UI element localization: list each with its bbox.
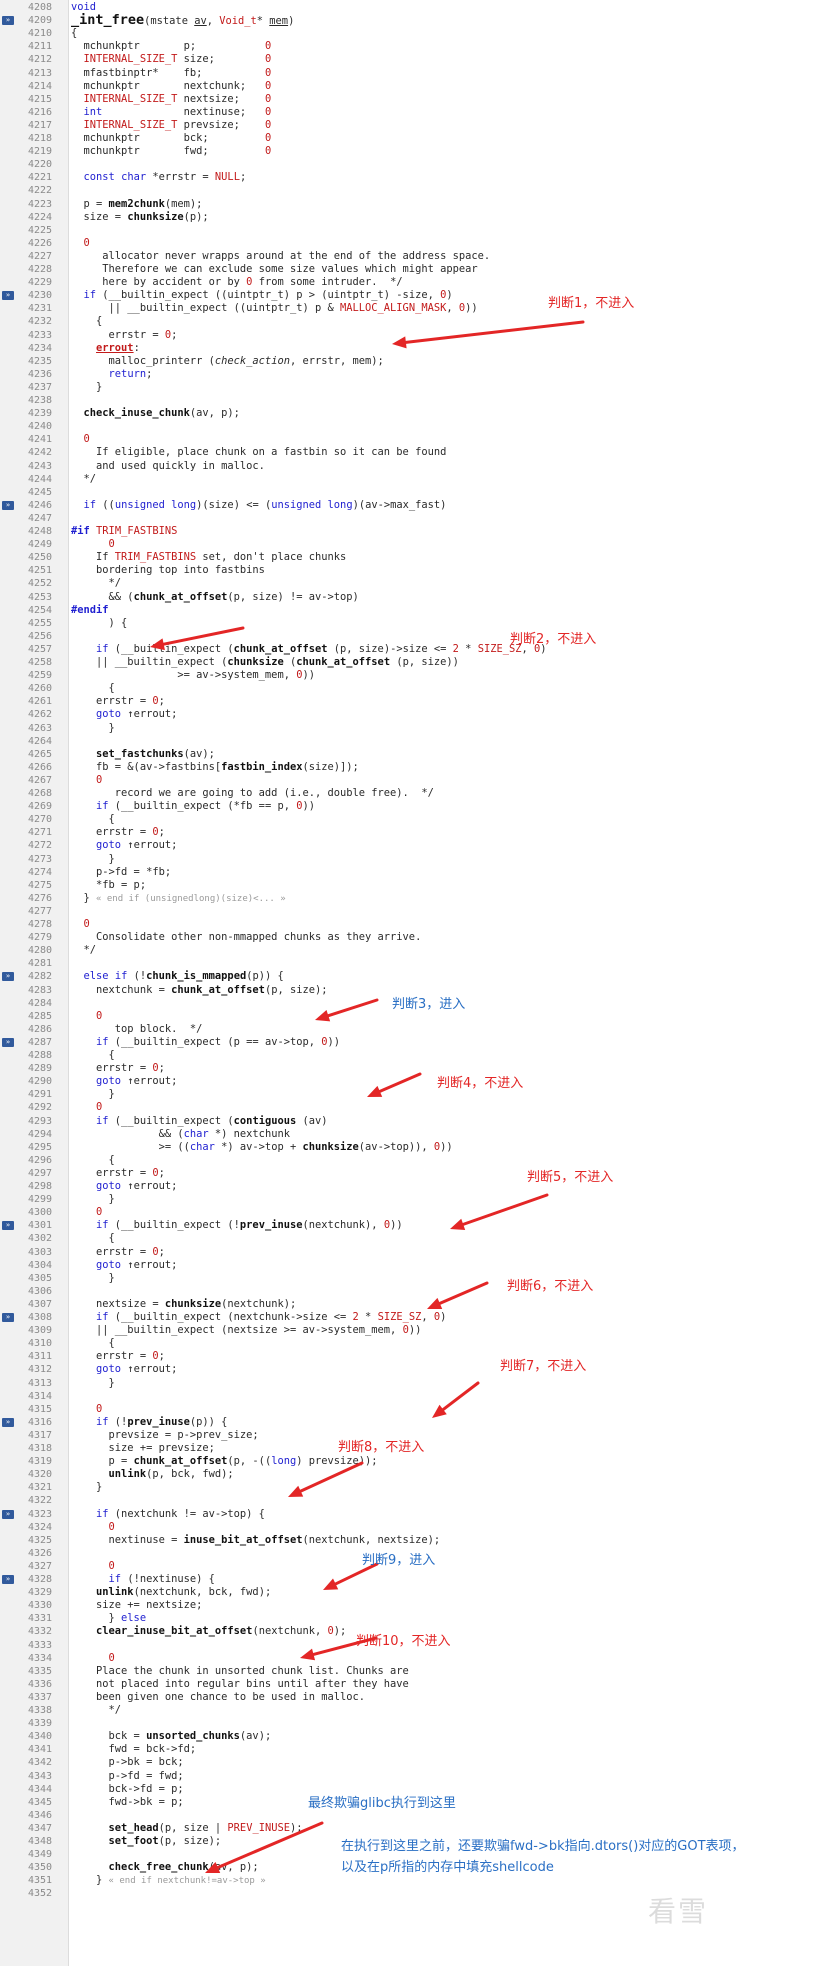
annotation-arrow-line xyxy=(299,1461,364,1493)
watermark-logo: 看雪 xyxy=(648,1895,709,1928)
annotation-label: 判断10，不进入 xyxy=(356,1634,451,1649)
annotation-arrow-line xyxy=(378,1072,422,1093)
annotation-arrow-line xyxy=(438,1281,489,1305)
annotation-label: 判断3，进入 xyxy=(392,997,466,1012)
annotation-label: 判断4，不进入 xyxy=(437,1076,524,1091)
annotation-label: 判断9，进入 xyxy=(362,1553,436,1568)
annotation-arrow-line xyxy=(162,626,245,646)
annotation-arrow-head xyxy=(392,336,407,349)
annotation-arrow-head xyxy=(315,1009,331,1022)
annotation-arrow-line xyxy=(441,1381,480,1412)
annotation-label: 判断1，不进入 xyxy=(548,296,635,311)
annotation-label: 判断2，不进入 xyxy=(510,632,597,647)
annotation-label: 判断7，不进入 xyxy=(500,1359,587,1374)
annotation-arrow-head xyxy=(450,1218,466,1231)
annotation-label: 判断5，不进入 xyxy=(527,1170,614,1185)
annotation-arrow-line xyxy=(461,1193,549,1226)
annotation-arrow-line xyxy=(404,320,585,344)
annotation-arrow-head xyxy=(150,638,165,651)
annotation-label: 在执行到这里之前，还要欺骗fwd->bk指向.dtors()对应的GOT表项， xyxy=(341,1839,745,1854)
annotation-arrow-line xyxy=(216,1821,324,1869)
annotation-label: 判断8，不进入 xyxy=(338,1440,425,1455)
annotation-arrow-head xyxy=(300,1648,316,1661)
annotation-label: 以及在p所指的内存中填充shellcode xyxy=(341,1860,554,1875)
annotation-label: 最终欺骗glibc执行到这里 xyxy=(308,1796,456,1811)
annotation-arrow-line xyxy=(326,998,379,1018)
annotation-arrows xyxy=(150,320,585,1874)
annotation-label: 判断6，不进入 xyxy=(507,1279,594,1294)
code-editor[interactable]: 4208 void» 4209 _int_free(mstate av, Void_t… xyxy=(0,0,818,1966)
